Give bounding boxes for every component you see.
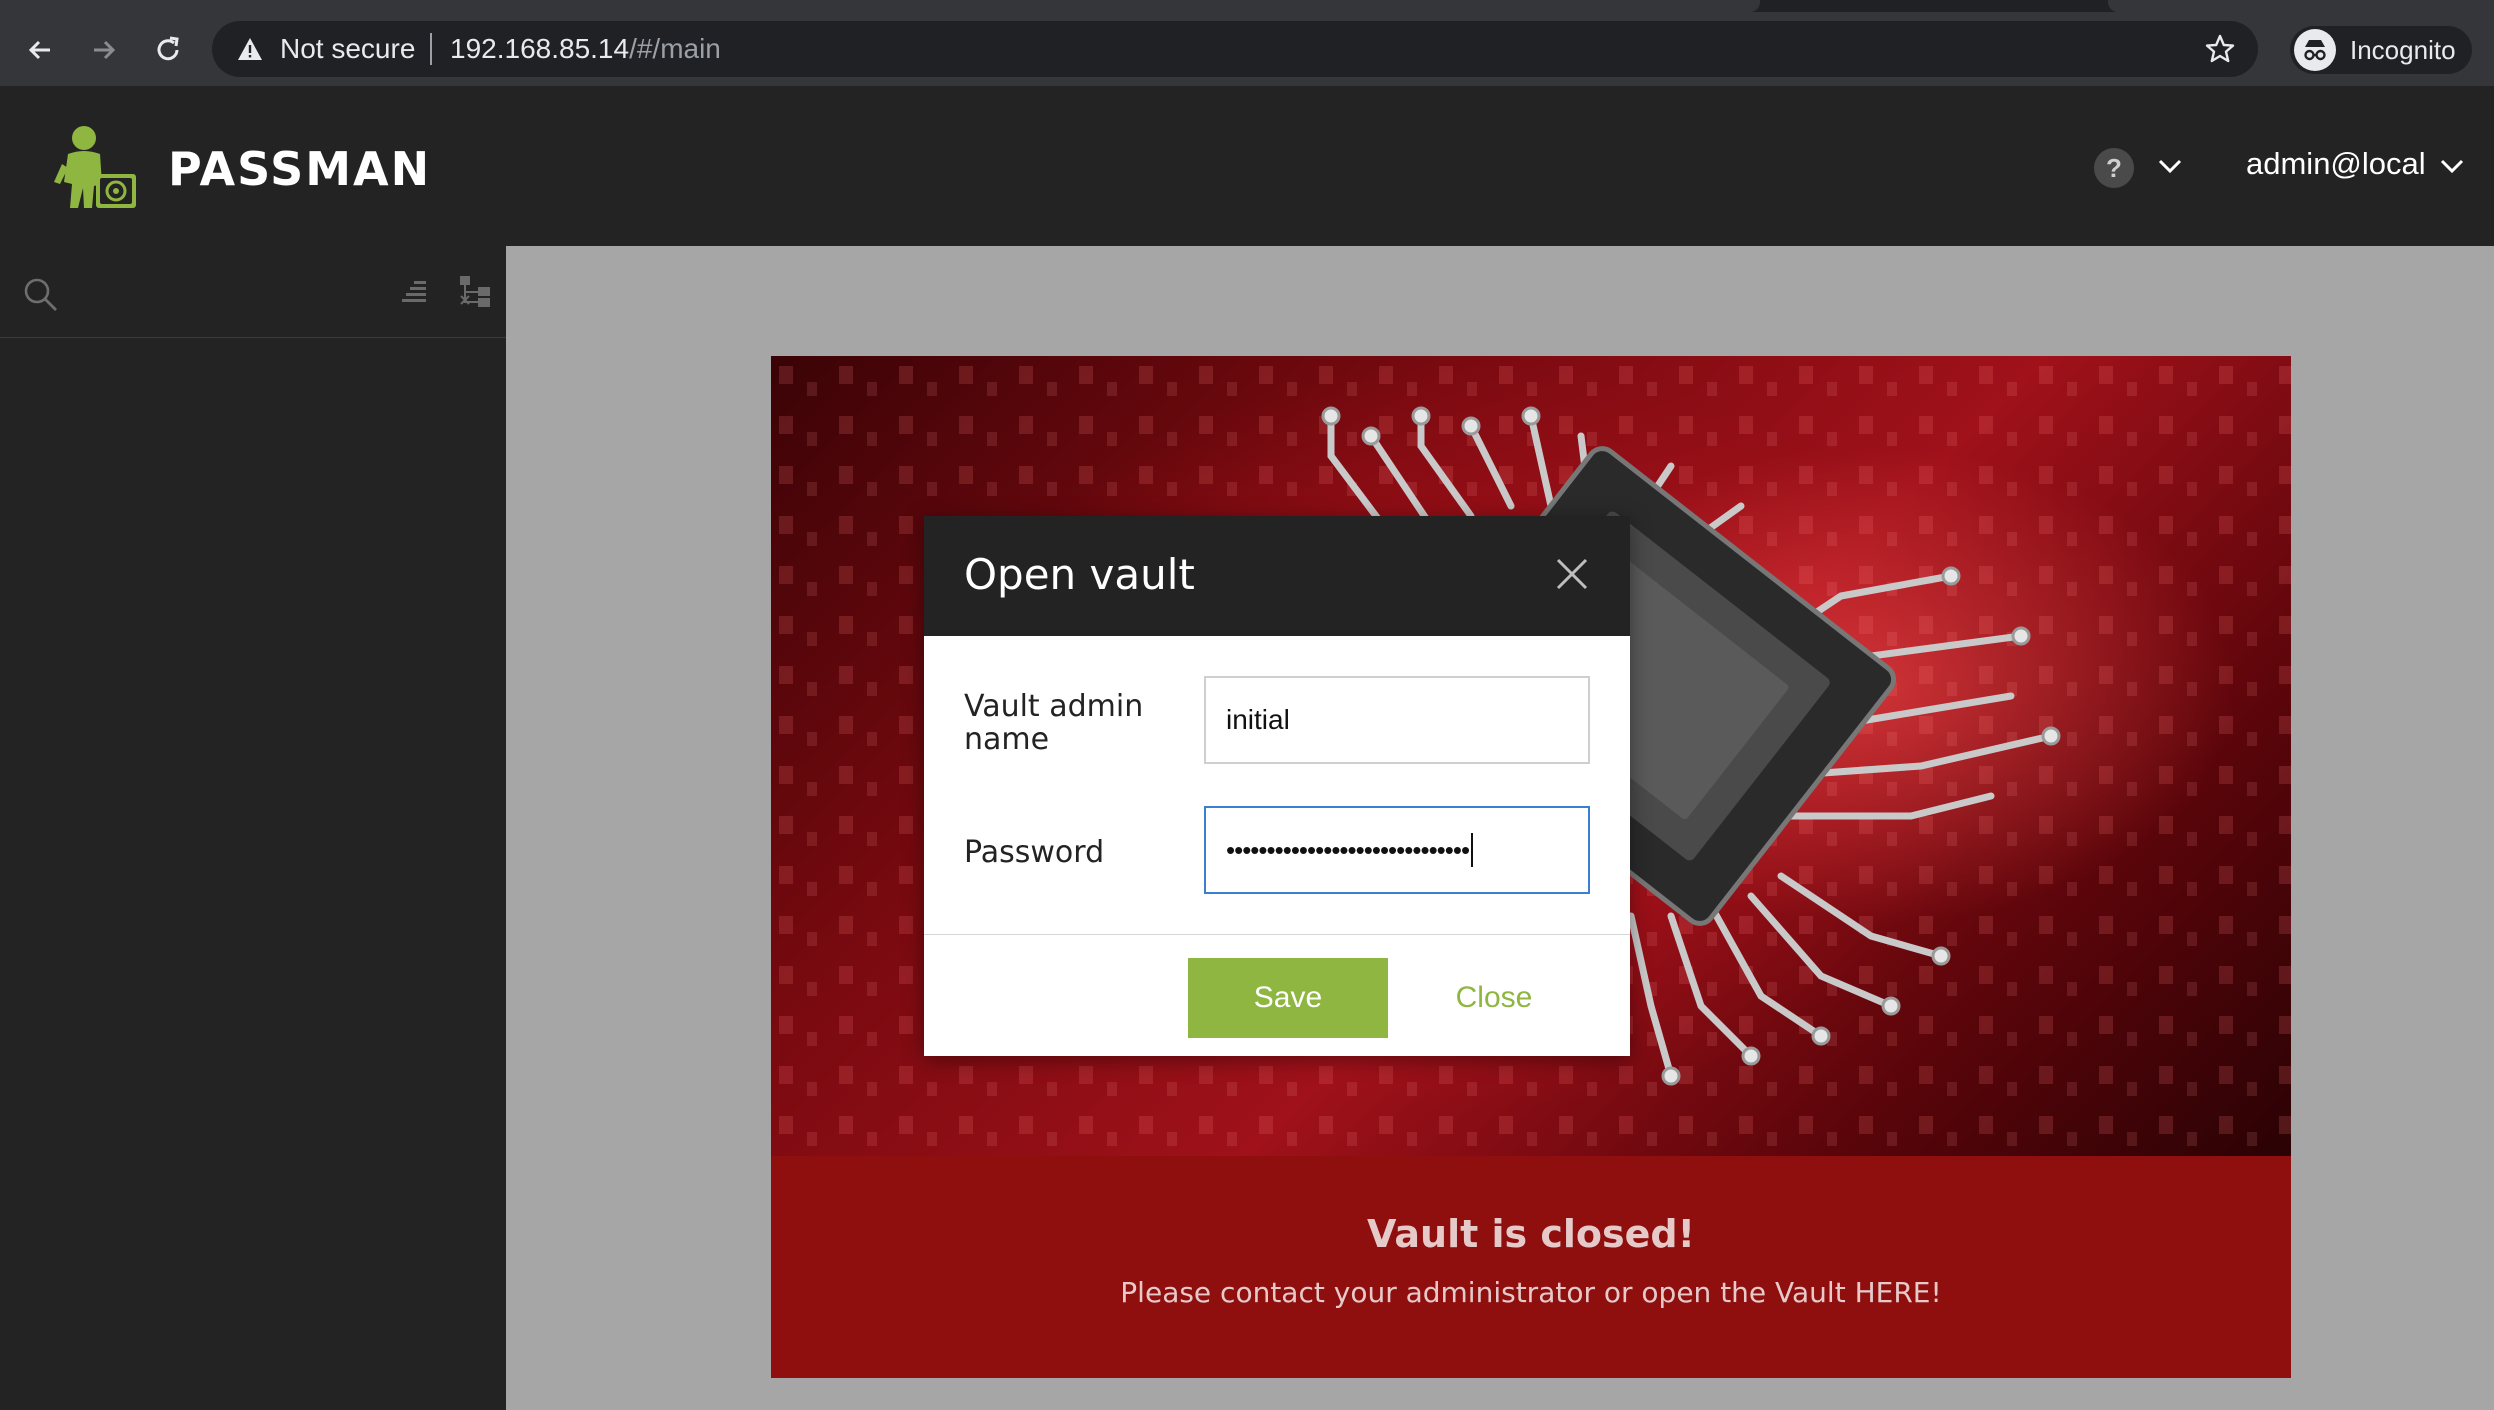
incognito-icon [2294,29,2336,71]
close-icon[interactable] [1552,554,1592,594]
text-caret [1471,833,1474,867]
passman-logo-icon[interactable] [50,124,140,210]
save-button[interactable]: Save [1188,958,1388,1038]
address-bar[interactable]: Not secure 192.168.85.14/#/main [212,21,2258,77]
incognito-label: Incognito [2350,34,2456,65]
security-label[interactable]: Not secure [280,33,415,65]
forward-button[interactable] [84,30,124,70]
bookmark-star-icon[interactable] [2204,33,2236,65]
back-button[interactable] [20,30,60,70]
omnibox-divider [430,33,432,65]
search-icon[interactable] [22,276,60,314]
vault-closed-panel: Vault is closed! Please contact your adm… [771,1156,2291,1378]
url-path: /#/main [629,33,721,64]
dialog-title: Open vault [964,550,1195,599]
close-button[interactable]: Close [1404,958,1584,1038]
reload-button[interactable] [148,30,188,70]
vault-admin-name-input[interactable]: initial [1204,676,1590,764]
vault-admin-name-label: Vault admin name [964,690,1143,756]
brand-name: PASSMAN [168,142,432,196]
browser-tab-secondary[interactable] [2108,0,2494,12]
app-header: PASSMAN ? admin@local [0,86,2494,246]
browser-toolbar: Not secure 192.168.85.14/#/main Incognit… [0,12,2494,86]
tree-structure-icon[interactable] [458,274,492,308]
warning-icon [238,38,262,60]
vault-closed-title: Vault is closed! [1367,1212,1695,1256]
password-value: •••••••••••••••••••••••••••••• [1226,834,1470,865]
vault-admin-name-label-line1: Vault admin [964,689,1144,724]
reload-icon [157,36,179,61]
user-menu-chevron-icon[interactable] [2438,156,2466,176]
url-host: 192.168.85.14 [450,33,630,64]
incognito-profile-button[interactable]: Incognito [2290,26,2472,74]
sidebar [0,246,506,1410]
arrow-right-icon [94,40,116,60]
password-input[interactable]: •••••••••••••••••••••••••••••• [1204,806,1590,894]
browser-tab[interactable] [0,0,1760,12]
dialog-header: Open vault [924,516,1630,636]
sidebar-toolbar [0,246,506,338]
help-button[interactable]: ? [2094,148,2134,188]
open-vault-dialog: Open vault Vault admin name initial Pass… [924,516,1630,1056]
chevron-down-icon[interactable] [2156,156,2184,176]
user-menu[interactable]: admin@local [2246,146,2426,182]
vault-closed-message[interactable]: Please contact your administrator or ope… [771,1276,2291,1309]
url-text[interactable]: 192.168.85.14/#/main [450,33,721,65]
arrow-left-icon [28,40,50,60]
vault-admin-name-label-line2: name [964,722,1050,757]
password-label: Password [964,835,1105,870]
dialog-footer-divider [924,934,1630,935]
vault-admin-name-value: initial [1226,704,1290,735]
collapse-all-icon[interactable] [402,278,432,306]
